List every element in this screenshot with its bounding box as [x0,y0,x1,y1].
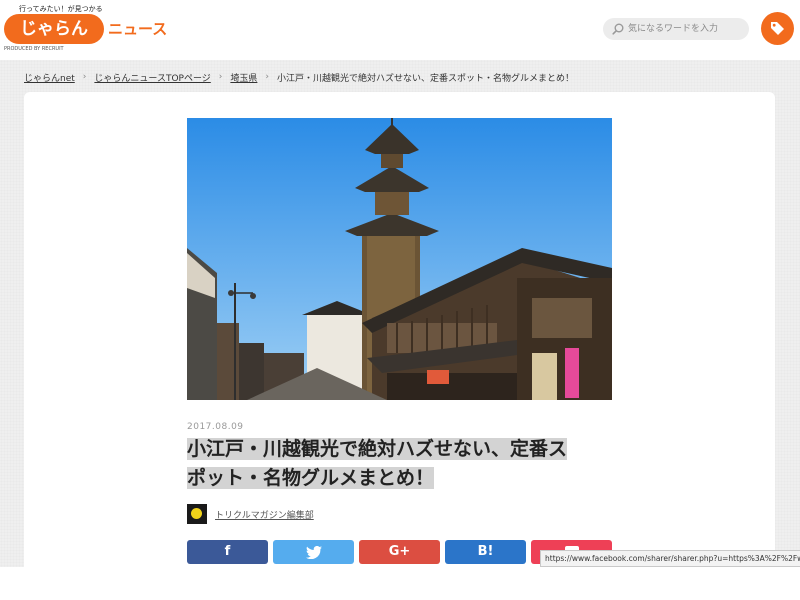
breadcrumb-saitama[interactable]: 埼玉県 [230,71,257,84]
site-logo[interactable]: 行ってみたい！が見つかる じゃらん ニュース PRODUCED BY RECRU… [4,4,168,56]
facebook-icon: f [224,544,231,559]
article-title: 小江戸・川越観光で絶対ハズせない、定番ス ポット・名物グルメまとめ！ [187,435,607,493]
breadcrumb: じゃらんnet › じゃらんニュースTOPページ › 埼玉県 › 小江戸・川越観… [24,70,574,84]
article-card: 2017.08.09 小江戸・川越観光で絶対ハズせない、定番ス ポット・名物グル… [24,92,775,600]
googleplus-share-button[interactable]: G+ [359,540,440,564]
breadcrumb-current: 小江戸・川越観光で絶対ハズせない、定番スポット・名物グルメまとめ！ [277,73,575,84]
author-avatar[interactable] [187,504,207,524]
logo-jalan: じゃらん [4,14,104,44]
article-title-line1: 小江戸・川越観光で絶対ハズせない、定番ス [187,438,568,460]
logo-produced-by: PRODUCED BY RECRUIT [4,46,64,52]
logo-tagline: 行ってみたい！が見つかる [19,5,103,13]
breadcrumb-separator: › [218,72,223,82]
page-bottom-area [0,567,800,600]
status-bar-url: https://www.facebook.com/sharer/sharer.p… [540,550,800,567]
logo-news: ニュース [108,20,168,38]
tag-icon [771,22,784,35]
author-name[interactable]: トリクルマガジン編集部 [215,508,314,521]
hero-image-kawagoe-bell-tower [187,118,612,400]
twitter-share-button[interactable] [273,540,354,564]
article-title-line2: ポット・名物グルメまとめ！ [187,467,435,489]
facebook-share-button[interactable]: f [187,540,268,564]
hatena-icon: B! [477,544,494,559]
googleplus-icon: G+ [388,544,411,559]
search-icon[interactable] [611,22,625,36]
breadcrumb-separator: › [265,72,270,82]
breadcrumb-news-top[interactable]: じゃらんニュースTOPページ [94,71,210,84]
twitter-icon [305,545,322,560]
breadcrumb-separator: › [82,72,87,82]
article-date: 2017.08.09 [187,422,244,432]
site-header: 行ってみたい！が見つかる じゃらん ニュース PRODUCED BY RECRU… [0,0,800,60]
hatena-bookmark-button[interactable]: B! [445,540,526,564]
author[interactable]: トリクルマガジン編集部 [187,504,314,524]
tag-button[interactable] [761,12,794,45]
breadcrumb-jalan-net[interactable]: じゃらんnet [24,71,75,84]
search-box [603,18,749,40]
search-input[interactable] [628,20,746,38]
